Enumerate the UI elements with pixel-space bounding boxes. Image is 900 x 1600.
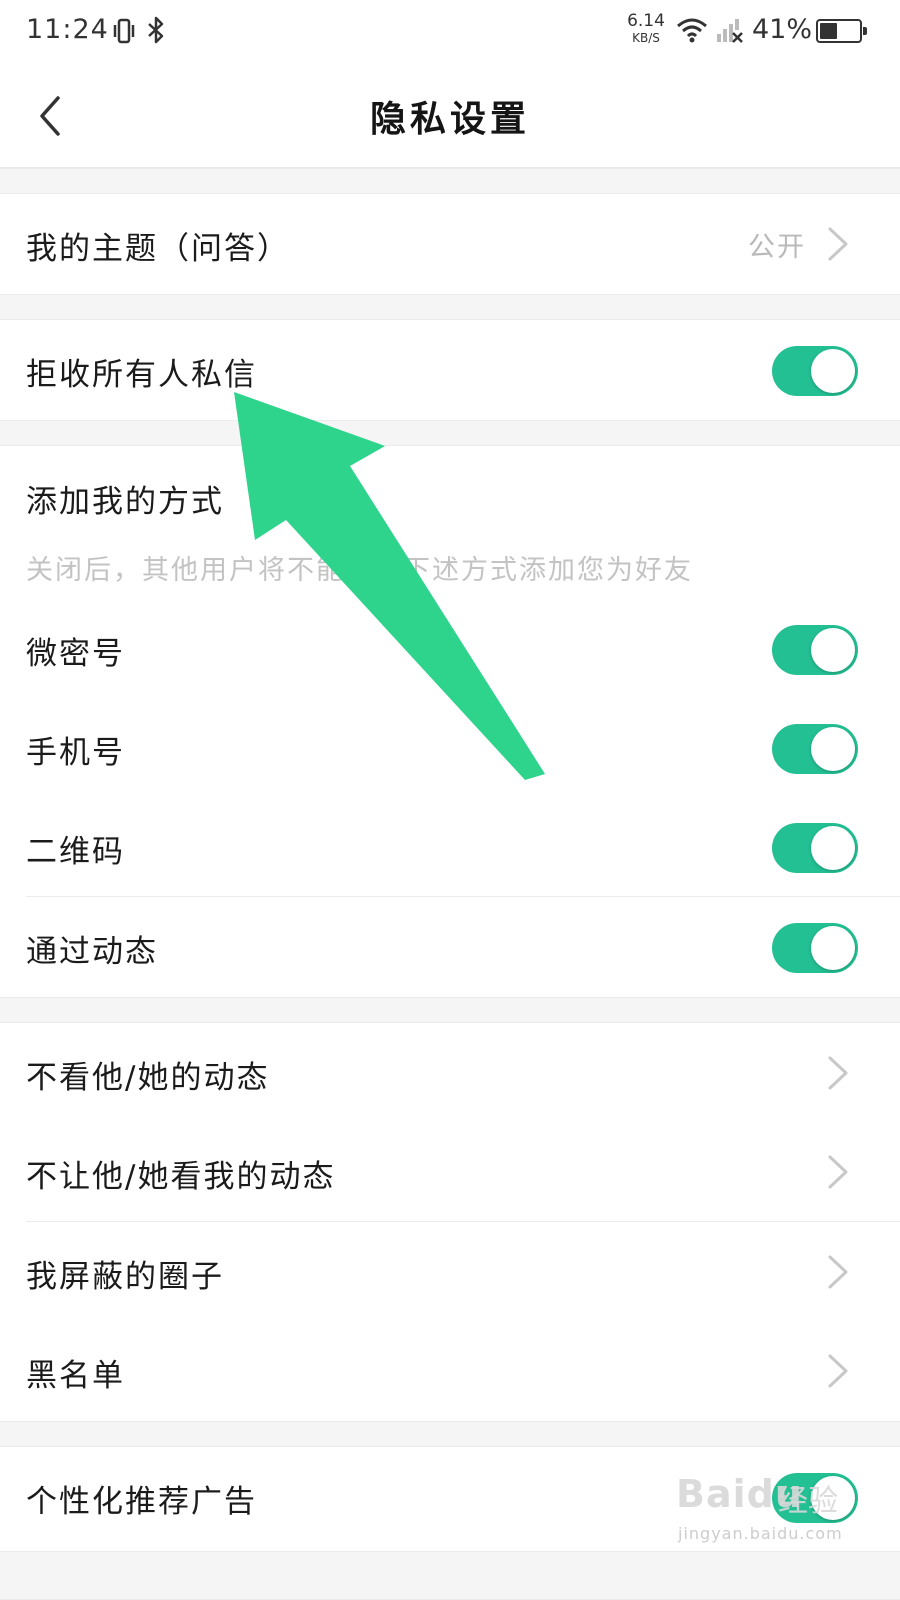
- theme-row[interactable]: 我的主题（问答） 公开: [0, 194, 900, 294]
- baidu-watermark: Baidu 经验 jingyan.baidu.com: [676, 1472, 876, 1560]
- battery-percent: 41%: [752, 14, 813, 45]
- chevron-right-icon: [828, 1255, 848, 1289]
- add-method-item-weimi: 微密号: [0, 599, 900, 699]
- section-gap: [0, 997, 900, 1023]
- nav-item-label: 黑名单: [26, 1358, 125, 1394]
- section-gap: [0, 168, 900, 194]
- nav-item-label: 我屏蔽的圈子: [26, 1259, 224, 1295]
- toggle-knob: [811, 926, 855, 970]
- add-method-label: 通过动态: [26, 934, 158, 970]
- add-methods-title: 添加我的方式: [26, 484, 224, 520]
- nav-item-label: 不让他/她看我的动态: [26, 1159, 336, 1195]
- add-method-label: 手机号: [26, 735, 125, 771]
- bluetooth-icon: [148, 16, 164, 44]
- network-speed: 6.14 KB/S: [627, 11, 665, 45]
- theme-value: 公开: [748, 232, 806, 263]
- signal-off-icon: [717, 19, 743, 43]
- toggle-knob: [811, 727, 855, 771]
- add-method-toggle[interactable]: [772, 823, 858, 873]
- personalized-ads-label: 个性化推荐广告: [26, 1484, 257, 1520]
- reject-messages-label: 拒收所有人私信: [26, 357, 257, 393]
- nav-item-label: 不看他/她的动态: [26, 1060, 270, 1096]
- section-gap: [0, 420, 900, 446]
- reject-messages-toggle[interactable]: [772, 346, 858, 396]
- nav-item-hide-their-moments[interactable]: 不看他/她的动态: [0, 1023, 900, 1123]
- reject-messages-row: 拒收所有人私信: [0, 320, 900, 420]
- page-title: 隐私设置: [369, 99, 530, 140]
- add-method-item-qrcode: 二维码: [0, 797, 900, 897]
- watermark-suffix: 经验: [778, 1484, 838, 1519]
- add-method-label: 微密号: [26, 636, 125, 672]
- watermark-url: jingyan.baidu.com: [678, 1524, 843, 1543]
- nav-item-hide-my-moments[interactable]: 不让他/她看我的动态: [0, 1122, 900, 1222]
- toggle-knob: [811, 349, 855, 393]
- wifi-icon: [677, 18, 707, 43]
- toggle-knob: [811, 628, 855, 672]
- add-methods-hint: 关闭后，其他用户将不能通过下述方式添加您为好友: [26, 555, 693, 586]
- nav-item-blacklist[interactable]: 黑名单: [0, 1321, 900, 1421]
- add-method-label: 二维码: [26, 834, 125, 870]
- toggle-knob: [811, 826, 855, 870]
- add-method-toggle[interactable]: [772, 724, 858, 774]
- status-bar: 11:24 6.14 KB/S 41%: [0, 0, 900, 64]
- app-header: 隐私设置: [0, 64, 900, 168]
- nav-item-blocked-circles[interactable]: 我屏蔽的圈子: [0, 1222, 900, 1322]
- chevron-right-icon: [828, 1056, 848, 1090]
- vibrate-icon: [113, 18, 135, 44]
- add-method-item-moments: 通过动态: [0, 897, 900, 997]
- section-gap: [0, 294, 900, 320]
- battery-icon: [816, 19, 867, 43]
- add-method-toggle[interactable]: [772, 923, 858, 973]
- add-method-item-phone: 手机号: [0, 698, 900, 798]
- chevron-right-icon: [828, 1155, 848, 1189]
- chevron-right-icon: [828, 1354, 848, 1388]
- status-time: 11:24: [26, 14, 109, 45]
- section-gap: [0, 1421, 900, 1447]
- theme-label: 我的主题（问答）: [26, 231, 290, 267]
- chevron-right-icon: [828, 227, 848, 261]
- add-method-toggle[interactable]: [772, 625, 858, 675]
